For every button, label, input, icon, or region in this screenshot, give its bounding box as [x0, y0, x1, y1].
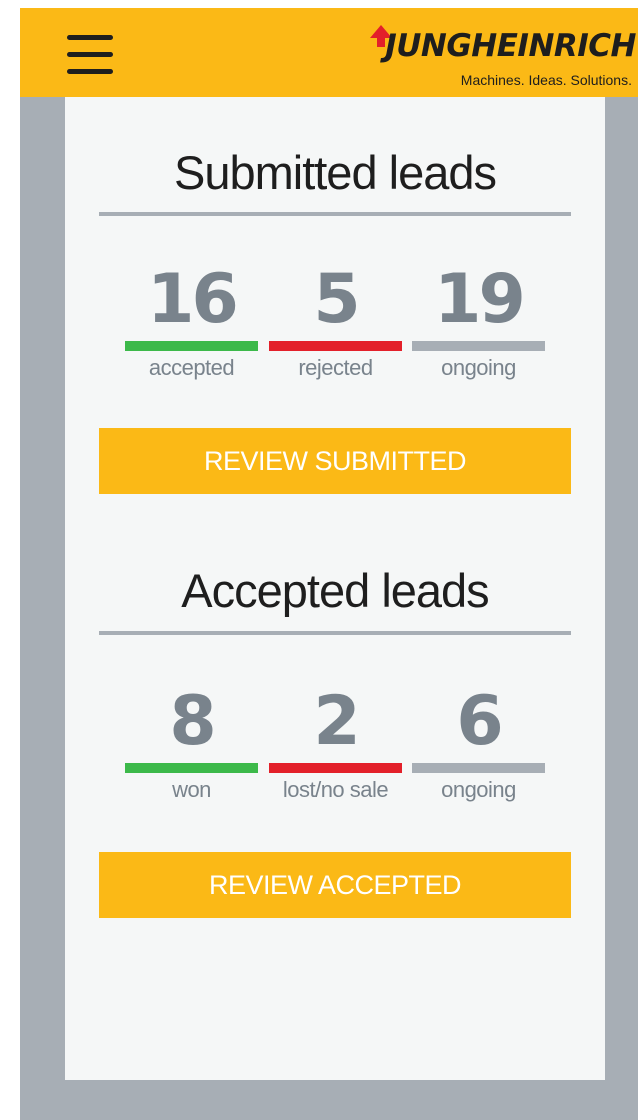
- stat-label: won: [172, 777, 211, 802]
- stat-bar-red: [269, 763, 402, 773]
- stat-bar-red: [269, 341, 402, 351]
- submitted-stat-accepted: 16 accepted: [125, 265, 258, 381]
- stat-bar-green: [125, 341, 258, 351]
- leads-panel: Submitted leads 16 accepted 5 rejected 1…: [65, 97, 605, 1080]
- review-submitted-button[interactable]: REVIEW SUBMITTED: [99, 428, 571, 494]
- stat-label: ongoing: [441, 777, 516, 802]
- stat-bar-gray: [412, 341, 545, 351]
- stat-bar-green: [125, 763, 258, 773]
- submitted-leads-title: Submitted leads: [173, 146, 497, 199]
- accepted-leads-title: Accepted leads: [181, 564, 489, 617]
- accepted-stat-ongoing: 6 ongoing: [412, 687, 545, 803]
- review-accepted-button[interactable]: REVIEW ACCEPTED: [99, 852, 571, 918]
- brand-tagline: Machines. Ideas. Solutions.: [460, 72, 632, 88]
- app-header: JUNGHEINRICH Machines. Ideas. Solutions.: [20, 8, 638, 97]
- stat-value: 2: [313, 682, 360, 761]
- stat-value: 6: [456, 682, 503, 761]
- stat-value: 8: [169, 682, 216, 761]
- hamburger-menu-icon[interactable]: [67, 35, 113, 75]
- stat-bar-gray: [412, 763, 545, 773]
- stat-label: rejected: [298, 355, 373, 380]
- submitted-stat-ongoing: 19 ongoing: [412, 265, 545, 381]
- stat-value: 5: [313, 260, 360, 339]
- stat-value: 16: [147, 260, 239, 339]
- brand-name: JUNGHEINRICH: [385, 28, 636, 64]
- accepted-stat-lost: 2 lost/no sale: [269, 687, 402, 803]
- submitted-divider: [99, 212, 571, 216]
- stat-label: lost/no sale: [282, 777, 389, 802]
- stat-label: ongoing: [441, 355, 516, 380]
- stat-value: 19: [434, 260, 526, 339]
- accepted-stat-won: 8 won: [125, 687, 258, 803]
- brand-logo: JUNGHEINRICH Machines. Ideas. Solutions.: [366, 25, 636, 92]
- submitted-stat-rejected: 5 rejected: [269, 265, 402, 381]
- stat-label: accepted: [148, 355, 235, 380]
- accepted-divider: [99, 631, 571, 635]
